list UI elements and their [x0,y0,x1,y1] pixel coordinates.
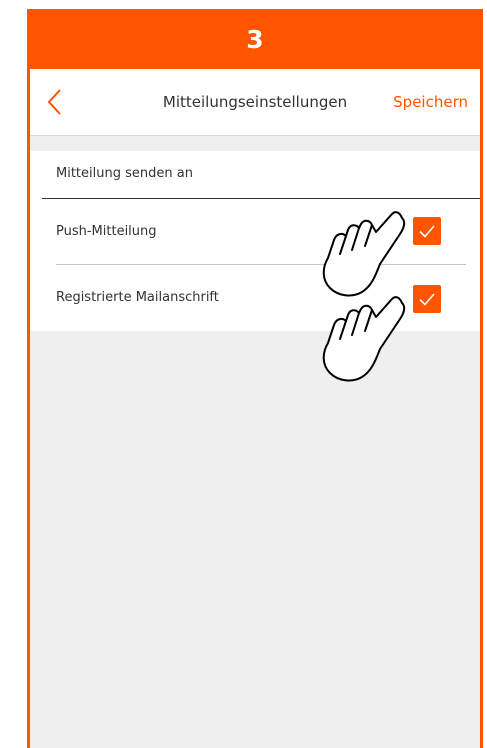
nav-bar: Mitteilungseinstellungen Speichern [30,69,480,136]
tap-hand-icon [322,296,406,382]
save-button[interactable]: Speichern [393,69,468,135]
checkmark-icon [419,293,435,306]
option-label-push: Push-Mitteilung [56,224,157,239]
app-screen: Mitteilungseinstellungen Speichern Mitte… [30,69,480,748]
push-checkbox[interactable] [413,217,441,245]
page-title: Mitteilungseinstellungen [162,93,348,111]
option-label-mail: Registrierte Mailanschrift [56,290,219,305]
mail-checkbox[interactable] [413,285,441,313]
checkmark-icon [419,225,435,238]
section-header: Mitteilung senden an [30,151,480,199]
notification-settings-list: Mitteilung senden an Push-Mitteilung Reg… [30,151,480,331]
tap-hand-icon [322,211,406,297]
option-row-push[interactable]: Push-Mitteilung [30,199,480,265]
back-button[interactable] [42,87,70,117]
option-row-mail[interactable]: Registrierte Mailanschrift [30,265,480,331]
step-number: 3 [246,24,264,54]
tutorial-frame: 3 Mitteilungseinstellungen Speichern Mit… [27,9,483,748]
section-header-label: Mitteilung senden an [56,166,193,181]
chevron-left-icon [47,89,61,115]
